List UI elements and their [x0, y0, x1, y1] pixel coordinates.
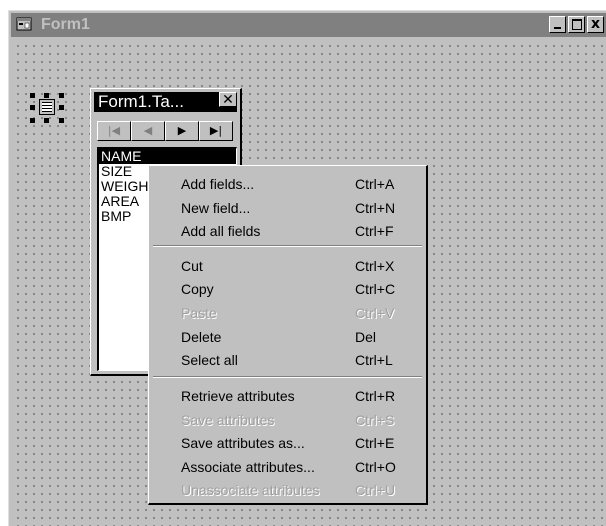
- menu-item-copy[interactable]: Copy Ctrl+C: [149, 276, 426, 300]
- list-item[interactable]: NAME: [99, 149, 236, 164]
- table-icon: [39, 99, 55, 115]
- prior-record-button[interactable]: ◀: [131, 121, 165, 141]
- first-record-button[interactable]: |◀: [97, 121, 131, 141]
- menu-item-paste[interactable]: Paste Ctrl+V: [149, 300, 426, 324]
- menu-item-retrieve-attributes[interactable]: Retrieve attributes Ctrl+R: [149, 383, 426, 407]
- menu-separator: [153, 376, 422, 378]
- selection-handle[interactable]: [44, 118, 49, 123]
- selection-handle[interactable]: [30, 93, 35, 98]
- menu-item-save-attributes[interactable]: Save attributes Ctrl+S: [149, 407, 426, 431]
- form-icon: [16, 17, 32, 31]
- selection-handle[interactable]: [59, 93, 64, 98]
- context-menu: Add fields... Ctrl+A New field... Ctrl+N…: [148, 165, 428, 505]
- fields-editor-titlebar[interactable]: Form1.Ta...: [94, 92, 237, 112]
- table-component[interactable]: [30, 93, 64, 123]
- menu-item-cut[interactable]: Cut Ctrl+X: [149, 253, 426, 277]
- menu-item-delete[interactable]: Delete Del: [149, 324, 426, 348]
- menu-item-select-all[interactable]: Select all Ctrl+L: [149, 347, 426, 371]
- navigator: |◀ ◀ ▶ ▶|: [97, 121, 233, 141]
- selection-handle[interactable]: [59, 118, 64, 123]
- maximize-button[interactable]: [568, 16, 585, 33]
- menu-item-save-attributes-as[interactable]: Save attributes as... Ctrl+E: [149, 430, 426, 454]
- minimize-button[interactable]: [549, 16, 566, 33]
- caption-buttons: x: [547, 16, 604, 34]
- selection-handle[interactable]: [44, 93, 49, 98]
- selection-handle[interactable]: [59, 105, 64, 110]
- form1-titlebar[interactable]: Form1 x: [11, 13, 606, 37]
- menu-item-associate-attributes[interactable]: Associate attributes... Ctrl+O: [149, 454, 426, 478]
- selection-handle[interactable]: [30, 118, 35, 123]
- menu-item-new-field[interactable]: New field... Ctrl+N: [149, 195, 426, 219]
- menu-item-add-fields[interactable]: Add fields... Ctrl+A: [149, 171, 426, 195]
- close-button[interactable]: x: [587, 16, 604, 33]
- menu-separator: [153, 245, 422, 247]
- window-title: Form1: [41, 16, 90, 33]
- selection-handle[interactable]: [30, 105, 35, 110]
- last-record-button[interactable]: ▶|: [199, 121, 233, 141]
- menu-item-unassociate-attributes[interactable]: Unassociate attributes Ctrl+U: [149, 477, 426, 501]
- menu-item-add-all-fields[interactable]: Add all fields Ctrl+F: [149, 218, 426, 242]
- fields-editor-title: Form1.Ta...: [98, 92, 184, 111]
- next-record-button[interactable]: ▶: [165, 121, 199, 141]
- fields-editor-close-button[interactable]: ✕: [219, 92, 237, 107]
